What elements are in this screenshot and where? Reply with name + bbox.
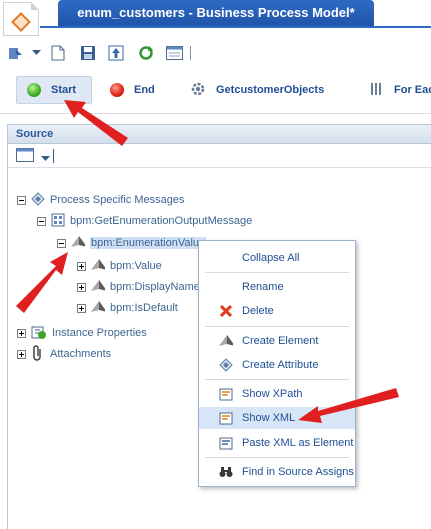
message-grid-icon [51, 213, 65, 230]
chevron-down-icon[interactable] [30, 44, 42, 62]
tree-node-output-message[interactable]: bpm:GetEnumerationOutputMessage [37, 212, 252, 230]
save-icon[interactable] [80, 44, 96, 62]
chevron-down-icon[interactable] [41, 153, 50, 165]
collapse-toggle[interactable] [57, 238, 66, 248]
element-pyramid-icon [91, 279, 107, 295]
process-model-icon [3, 2, 39, 36]
context-menu: Collapse All Rename Delete Create Elemen… [198, 240, 356, 487]
tree-node-attachments[interactable]: Attachments [17, 344, 112, 364]
palette-getcustomerobjects-label: GetcustomerObjects [216, 84, 325, 96]
menu-item-label: Create Attribute [242, 359, 319, 371]
element-pyramid-icon [219, 334, 233, 348]
tree-node-display-name[interactable]: bpm:DisplayName [77, 278, 200, 296]
toolbar-divider [53, 149, 54, 163]
menu-divider [205, 379, 349, 380]
for-each-icon [370, 82, 384, 99]
menu-item-find-in-source[interactable]: Find in Source Assigns [199, 461, 355, 483]
menu-item-label: Show XPath [242, 388, 303, 400]
tree-node-label: bpm:Value [110, 260, 162, 272]
menu-item-label: Show XML [242, 412, 296, 424]
expand-toggle[interactable] [77, 282, 86, 292]
menu-item-label: Create Element [242, 335, 319, 347]
activity-palette: Start End GetcustomerObjects For Eac [0, 68, 431, 114]
menu-divider [205, 272, 349, 273]
element-pyramid-icon [91, 258, 107, 274]
expand-toggle[interactable] [77, 261, 86, 271]
collapse-toggle[interactable] [37, 216, 46, 226]
title-underline [40, 26, 431, 28]
tree-node-label: bpm:IsDefault [110, 302, 178, 314]
expand-toggle[interactable] [17, 328, 26, 338]
menu-item-label: Paste XML as Element [242, 437, 354, 449]
palette-getcustomerobjects[interactable]: GetcustomerObjects [180, 76, 350, 104]
source-panel-toolbar [8, 144, 431, 168]
tree-node-enumeration-value[interactable]: bpm:EnumerationValue [57, 234, 207, 252]
palette-start[interactable]: Start [16, 76, 92, 104]
expand-toggle[interactable] [17, 349, 26, 359]
menu-item-label: Find in Source Assigns [242, 466, 354, 478]
menu-item-rename[interactable]: Rename [199, 276, 355, 298]
binoculars-icon [219, 465, 233, 479]
tree-node-value[interactable]: bpm:Value [77, 257, 162, 275]
tree-node-instance-properties[interactable]: Instance Properties [17, 324, 147, 342]
menu-item-label: Collapse All [242, 252, 300, 264]
palette-start-label: Start [51, 84, 77, 96]
red-circle-icon [110, 83, 124, 97]
menu-divider [205, 326, 349, 327]
paperclip-icon [31, 344, 45, 364]
new-document-icon[interactable] [50, 44, 66, 62]
menu-divider [205, 457, 349, 458]
menu-item-create-attribute[interactable]: Create Attribute [199, 354, 355, 376]
tree-node-messages[interactable]: Process Specific Messages [17, 191, 185, 209]
menu-item-collapse-all[interactable]: Collapse All [199, 247, 355, 269]
palette-for-each-label: For Eac [394, 84, 431, 96]
xpath-icon [219, 387, 233, 401]
gear-icon [190, 81, 206, 100]
expand-toggle[interactable] [77, 303, 86, 313]
paste-icon [219, 436, 233, 450]
properties-icon[interactable] [8, 44, 24, 62]
toolbar-divider [190, 46, 191, 60]
tree-node-label: Process Specific Messages [50, 194, 185, 206]
tree-node-label: bpm:EnumerationValue [90, 237, 207, 249]
source-panel-title: Source [8, 125, 431, 144]
menu-item-delete[interactable]: Delete [199, 300, 355, 322]
menu-item-label: Rename [242, 281, 284, 293]
collapse-toggle[interactable] [17, 195, 26, 205]
tree-node-label: bpm:GetEnumerationOutputMessage [70, 215, 253, 227]
palette-for-each[interactable]: For Eac [360, 76, 431, 104]
menu-item-show-xpath[interactable]: Show XPath [199, 383, 355, 405]
menu-item-create-element[interactable]: Create Element [199, 330, 355, 352]
palette-end[interactable]: End [100, 76, 172, 104]
tree-node-label: Attachments [50, 348, 112, 360]
menu-item-show-xml[interactable]: Show XML [199, 407, 355, 429]
palette-end-label: End [134, 84, 155, 96]
layout-icon[interactable] [165, 44, 183, 62]
menu-item-label: Delete [242, 305, 274, 317]
export-icon[interactable] [108, 44, 124, 62]
tree-node-label: bpm:DisplayName [110, 281, 200, 293]
tree-node-is-default[interactable]: bpm:IsDefault [77, 299, 178, 317]
element-pyramid-icon [71, 235, 87, 251]
refresh-icon[interactable] [137, 44, 155, 62]
menu-item-paste-xml[interactable]: Paste XML as Element [199, 432, 355, 454]
green-circle-icon [27, 83, 41, 97]
editor-tab-title[interactable]: enum_customers - Business Process Model* [58, 0, 374, 26]
instance-properties-icon [31, 324, 47, 343]
xml-icon [219, 411, 233, 425]
message-diamond-icon [31, 191, 45, 209]
editor-toolbar [0, 40, 431, 66]
view-options-icon[interactable] [16, 148, 34, 165]
attribute-diamond-icon [219, 358, 233, 372]
element-pyramid-icon [91, 300, 107, 316]
bpm-editor: enum_customers - Business Process Model* [0, 0, 431, 529]
delete-x-icon [219, 304, 233, 318]
tree-node-label: Instance Properties [52, 327, 147, 339]
